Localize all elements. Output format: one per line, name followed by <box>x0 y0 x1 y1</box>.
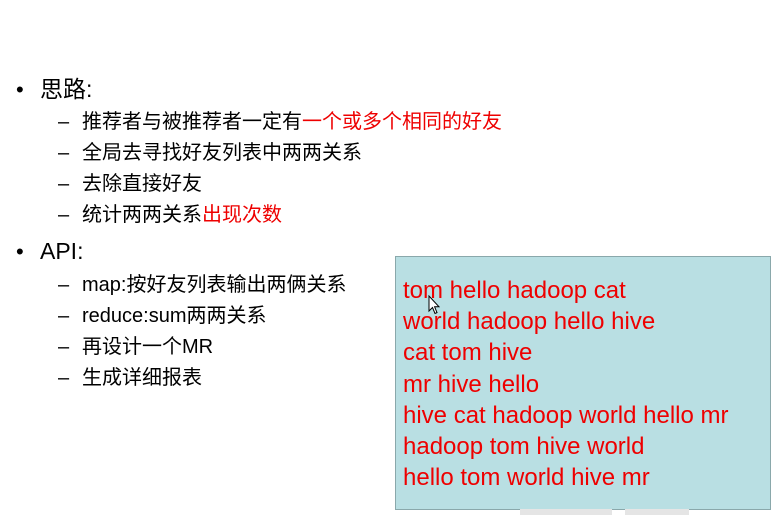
heading-approach-label: 思路: <box>40 76 93 102</box>
approach-item-highlight: 一个或多个相同的好友 <box>302 111 502 133</box>
dash-marker: – <box>58 173 70 195</box>
textbox-line: hadoop tom hive world <box>403 433 645 461</box>
heading-api: • API: <box>16 237 83 266</box>
textbox-line: mr hive hello <box>403 370 540 398</box>
approach-item-text: 推荐者与被推荐者一定有 <box>82 111 302 133</box>
approach-item-text: 全局去寻找好友列表中两两关系 <box>82 142 362 164</box>
dash-marker: – <box>58 305 70 327</box>
dash-marker: – <box>58 142 70 164</box>
textbox-line: world hadoop hello hive <box>403 308 656 336</box>
dash-marker: – <box>58 336 70 358</box>
dash-marker: – <box>58 367 70 389</box>
heading-approach: • 思路: <box>16 75 92 104</box>
api-item-text: reduce:sum两两关系 <box>82 305 267 327</box>
dash-marker: – <box>58 204 70 226</box>
textbox-line: hello tom world hive mr <box>403 464 650 492</box>
textbox-line: hive cat hadoop world hello mr <box>403 401 729 429</box>
presentation-slide: • 思路: – 推荐者与被推荐者一定有一个或多个相同的好友 – 全局去寻找好友列表中两… <box>0 0 784 515</box>
approach-item-text: 去除直接好友 <box>82 173 202 195</box>
api-item-text: 再设计一个MR <box>82 336 214 358</box>
textbox-line: cat tom hive <box>403 339 533 367</box>
heading-api-label: API: <box>40 238 84 264</box>
textbox-line: tom hello hadoop cat <box>403 277 626 304</box>
api-item: – map:按好友列表输出两俩关系 <box>58 272 346 298</box>
api-item: – 生成详细报表 <box>58 365 202 391</box>
approach-item: – 全局去寻找好友列表中两两关系 <box>58 140 362 166</box>
api-item-text: map:按好友列表输出两俩关系 <box>82 274 347 296</box>
sample-input-textbox[interactable]: tom hello hadoop cat world hadoop hello … <box>395 256 771 510</box>
approach-item-highlight: 出现次数 <box>202 204 282 226</box>
bottom-edge-mark <box>625 509 689 515</box>
bullet-marker: • <box>16 77 24 102</box>
approach-item: – 推荐者与被推荐者一定有一个或多个相同的好友 <box>58 109 502 135</box>
approach-item-text: 统计两两关系 <box>82 204 202 226</box>
mouse-pointer-icon <box>428 295 440 315</box>
bottom-edge-mark <box>520 509 612 515</box>
dash-marker: – <box>58 111 70 133</box>
api-item: – reduce:sum两两关系 <box>58 303 267 329</box>
dash-marker: – <box>58 274 70 296</box>
api-item: – 再设计一个MR <box>58 334 213 360</box>
approach-item: – 统计两两关系出现次数 <box>58 202 282 228</box>
approach-item: – 去除直接好友 <box>58 171 202 197</box>
api-item-text: 生成详细报表 <box>82 367 202 389</box>
bullet-marker: • <box>16 239 24 264</box>
